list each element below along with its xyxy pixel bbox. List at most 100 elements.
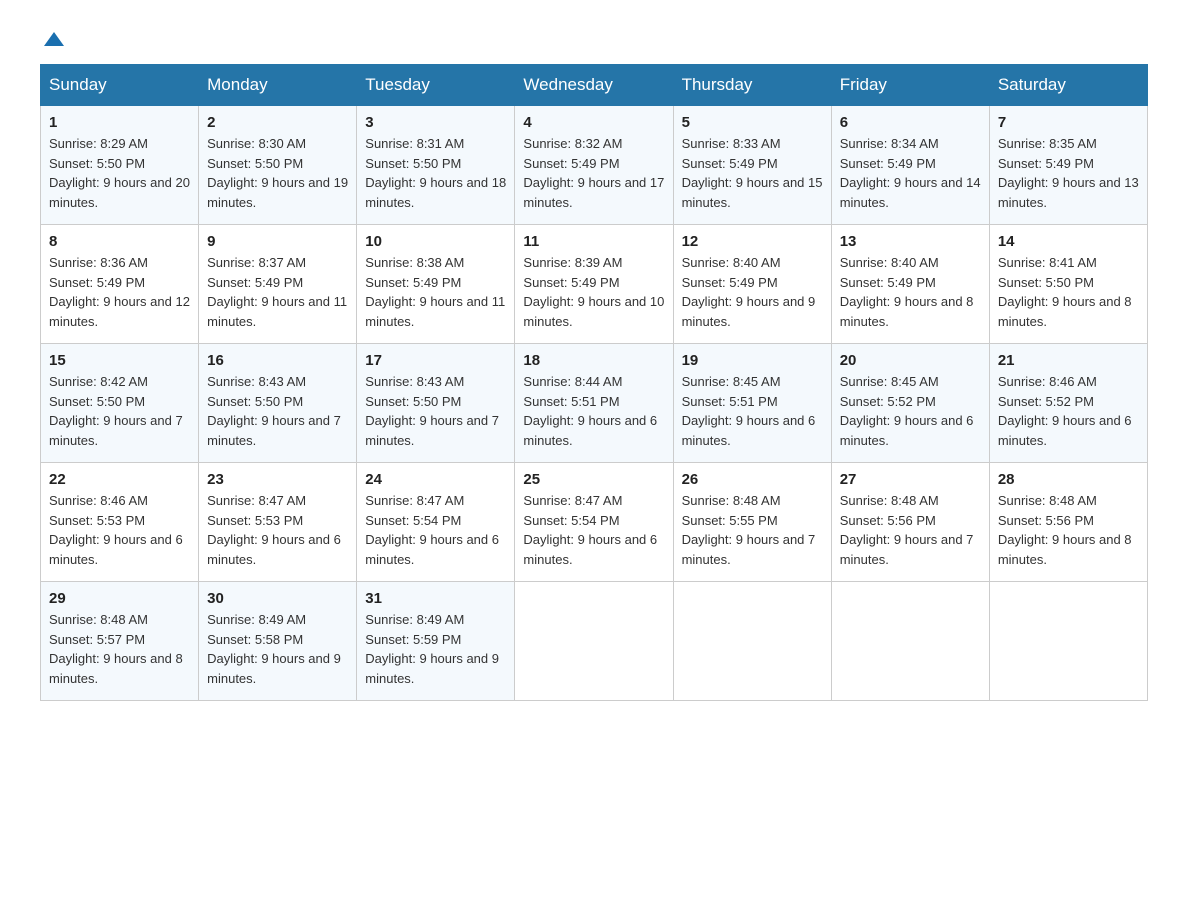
calendar-cell: 3 Sunrise: 8:31 AMSunset: 5:50 PMDaylight… — [357, 106, 515, 225]
calendar-cell: 22 Sunrise: 8:46 AMSunset: 5:53 PMDayligh… — [41, 463, 199, 582]
page-header — [40, 30, 1148, 44]
calendar-cell — [515, 582, 673, 701]
day-number: 17 — [365, 352, 506, 369]
calendar-cell: 28 Sunrise: 8:48 AMSunset: 5:56 PMDayligh… — [989, 463, 1147, 582]
day-info: Sunrise: 8:47 AMSunset: 5:54 PMDaylight:… — [365, 493, 499, 567]
calendar-cell: 20Sunrise: 8:45 AMSunset: 5:52 PMDayligh… — [831, 344, 989, 463]
calendar-cell: 1 Sunrise: 8:29 AMSunset: 5:50 PMDaylight… — [41, 106, 199, 225]
day-info: Sunrise: 8:29 AMSunset: 5:50 PMDaylight:… — [49, 136, 190, 210]
day-number: 1 — [49, 114, 190, 131]
day-info: Sunrise: 8:30 AMSunset: 5:50 PMDaylight:… — [207, 136, 348, 210]
day-info: Sunrise: 8:39 AMSunset: 5:49 PMDaylight:… — [523, 255, 664, 329]
day-info: Sunrise: 8:48 AMSunset: 5:57 PMDaylight:… — [49, 612, 183, 686]
day-info: Sunrise: 8:36 AMSunset: 5:49 PMDaylight:… — [49, 255, 190, 329]
day-info: Sunrise: 8:46 AMSunset: 5:52 PMDaylight:… — [998, 374, 1132, 448]
day-number: 28 — [998, 471, 1139, 488]
calendar-cell: 31 Sunrise: 8:49 AMSunset: 5:59 PMDayligh… — [357, 582, 515, 701]
day-info: Sunrise: 8:43 AMSunset: 5:50 PMDaylight:… — [365, 374, 499, 448]
day-number: 11 — [523, 233, 664, 250]
calendar-header-row: SundayMondayTuesdayWednesdayThursdayFrid… — [41, 65, 1148, 106]
calendar-week-row: 29 Sunrise: 8:48 AMSunset: 5:57 PMDayligh… — [41, 582, 1148, 701]
day-info: Sunrise: 8:34 AMSunset: 5:49 PMDaylight:… — [840, 136, 981, 210]
calendar-week-row: 8 Sunrise: 8:36 AMSunset: 5:49 PMDaylight… — [41, 225, 1148, 344]
calendar-cell: 4Sunrise: 8:32 AMSunset: 5:49 PMDaylight… — [515, 106, 673, 225]
calendar-cell: 29 Sunrise: 8:48 AMSunset: 5:57 PMDayligh… — [41, 582, 199, 701]
day-header-thursday: Thursday — [673, 65, 831, 106]
calendar-cell: 8 Sunrise: 8:36 AMSunset: 5:49 PMDaylight… — [41, 225, 199, 344]
day-info: Sunrise: 8:31 AMSunset: 5:50 PMDaylight:… — [365, 136, 506, 210]
calendar-cell: 17 Sunrise: 8:43 AMSunset: 5:50 PMDayligh… — [357, 344, 515, 463]
day-header-wednesday: Wednesday — [515, 65, 673, 106]
calendar-cell: 19Sunrise: 8:45 AMSunset: 5:51 PMDayligh… — [673, 344, 831, 463]
calendar-week-row: 1 Sunrise: 8:29 AMSunset: 5:50 PMDaylight… — [41, 106, 1148, 225]
day-info: Sunrise: 8:35 AMSunset: 5:49 PMDaylight:… — [998, 136, 1139, 210]
calendar-cell: 25 Sunrise: 8:47 AMSunset: 5:54 PMDayligh… — [515, 463, 673, 582]
calendar-cell: 12 Sunrise: 8:40 AMSunset: 5:49 PMDayligh… — [673, 225, 831, 344]
day-info: Sunrise: 8:41 AMSunset: 5:50 PMDaylight:… — [998, 255, 1132, 329]
calendar-cell: 5 Sunrise: 8:33 AMSunset: 5:49 PMDaylight… — [673, 106, 831, 225]
day-number: 23 — [207, 471, 348, 488]
calendar-cell: 26 Sunrise: 8:48 AMSunset: 5:55 PMDayligh… — [673, 463, 831, 582]
day-number: 27 — [840, 471, 981, 488]
calendar-cell: 18 Sunrise: 8:44 AMSunset: 5:51 PMDayligh… — [515, 344, 673, 463]
calendar-cell: 14 Sunrise: 8:41 AMSunset: 5:50 PMDayligh… — [989, 225, 1147, 344]
day-number: 25 — [523, 471, 664, 488]
day-header-friday: Friday — [831, 65, 989, 106]
calendar-cell: 2 Sunrise: 8:30 AMSunset: 5:50 PMDaylight… — [199, 106, 357, 225]
calendar-week-row: 22 Sunrise: 8:46 AMSunset: 5:53 PMDayligh… — [41, 463, 1148, 582]
day-header-sunday: Sunday — [41, 65, 199, 106]
day-number: 12 — [682, 233, 823, 250]
day-info: Sunrise: 8:40 AMSunset: 5:49 PMDaylight:… — [840, 255, 974, 329]
calendar-cell: 11 Sunrise: 8:39 AMSunset: 5:49 PMDayligh… — [515, 225, 673, 344]
day-info: Sunrise: 8:45 AMSunset: 5:51 PMDaylight:… — [682, 374, 816, 448]
calendar-cell: 24Sunrise: 8:47 AMSunset: 5:54 PMDayligh… — [357, 463, 515, 582]
day-info: Sunrise: 8:37 AMSunset: 5:49 PMDaylight:… — [207, 255, 347, 329]
day-info: Sunrise: 8:33 AMSunset: 5:49 PMDaylight:… — [682, 136, 823, 210]
day-info: Sunrise: 8:46 AMSunset: 5:53 PMDaylight:… — [49, 493, 183, 567]
calendar-cell — [989, 582, 1147, 701]
day-number: 31 — [365, 590, 506, 607]
day-info: Sunrise: 8:42 AMSunset: 5:50 PMDaylight:… — [49, 374, 183, 448]
day-info: Sunrise: 8:48 AMSunset: 5:56 PMDaylight:… — [998, 493, 1132, 567]
day-number: 18 — [523, 352, 664, 369]
calendar-cell: 15Sunrise: 8:42 AMSunset: 5:50 PMDayligh… — [41, 344, 199, 463]
day-info: Sunrise: 8:48 AMSunset: 5:56 PMDaylight:… — [840, 493, 974, 567]
day-number: 3 — [365, 114, 506, 131]
day-info: Sunrise: 8:45 AMSunset: 5:52 PMDaylight:… — [840, 374, 974, 448]
day-info: Sunrise: 8:44 AMSunset: 5:51 PMDaylight:… — [523, 374, 657, 448]
calendar-cell: 13 Sunrise: 8:40 AMSunset: 5:49 PMDayligh… — [831, 225, 989, 344]
day-header-monday: Monday — [199, 65, 357, 106]
day-number: 16 — [207, 352, 348, 369]
day-number: 13 — [840, 233, 981, 250]
calendar-week-row: 15Sunrise: 8:42 AMSunset: 5:50 PMDayligh… — [41, 344, 1148, 463]
day-number: 14 — [998, 233, 1139, 250]
day-info: Sunrise: 8:47 AMSunset: 5:53 PMDaylight:… — [207, 493, 341, 567]
calendar-cell: 9 Sunrise: 8:37 AMSunset: 5:49 PMDaylight… — [199, 225, 357, 344]
day-number: 29 — [49, 590, 190, 607]
day-number: 4 — [523, 114, 664, 131]
day-info: Sunrise: 8:40 AMSunset: 5:49 PMDaylight:… — [682, 255, 816, 329]
day-number: 10 — [365, 233, 506, 250]
calendar-table: SundayMondayTuesdayWednesdayThursdayFrid… — [40, 64, 1148, 701]
calendar-cell: 30Sunrise: 8:49 AMSunset: 5:58 PMDayligh… — [199, 582, 357, 701]
day-number: 2 — [207, 114, 348, 131]
day-number: 30 — [207, 590, 348, 607]
calendar-cell: 23 Sunrise: 8:47 AMSunset: 5:53 PMDayligh… — [199, 463, 357, 582]
day-number: 9 — [207, 233, 348, 250]
day-number: 21 — [998, 352, 1139, 369]
calendar-cell: 10Sunrise: 8:38 AMSunset: 5:49 PMDayligh… — [357, 225, 515, 344]
calendar-cell: 27 Sunrise: 8:48 AMSunset: 5:56 PMDayligh… — [831, 463, 989, 582]
day-number: 7 — [998, 114, 1139, 131]
day-info: Sunrise: 8:47 AMSunset: 5:54 PMDaylight:… — [523, 493, 657, 567]
day-info: Sunrise: 8:49 AMSunset: 5:59 PMDaylight:… — [365, 612, 499, 686]
day-number: 5 — [682, 114, 823, 131]
day-number: 22 — [49, 471, 190, 488]
day-info: Sunrise: 8:48 AMSunset: 5:55 PMDaylight:… — [682, 493, 816, 567]
day-number: 8 — [49, 233, 190, 250]
day-info: Sunrise: 8:43 AMSunset: 5:50 PMDaylight:… — [207, 374, 341, 448]
day-number: 26 — [682, 471, 823, 488]
calendar-cell: 6Sunrise: 8:34 AMSunset: 5:49 PMDaylight… — [831, 106, 989, 225]
calendar-cell — [831, 582, 989, 701]
calendar-cell: 7 Sunrise: 8:35 AMSunset: 5:49 PMDaylight… — [989, 106, 1147, 225]
calendar-cell: 21 Sunrise: 8:46 AMSunset: 5:52 PMDayligh… — [989, 344, 1147, 463]
